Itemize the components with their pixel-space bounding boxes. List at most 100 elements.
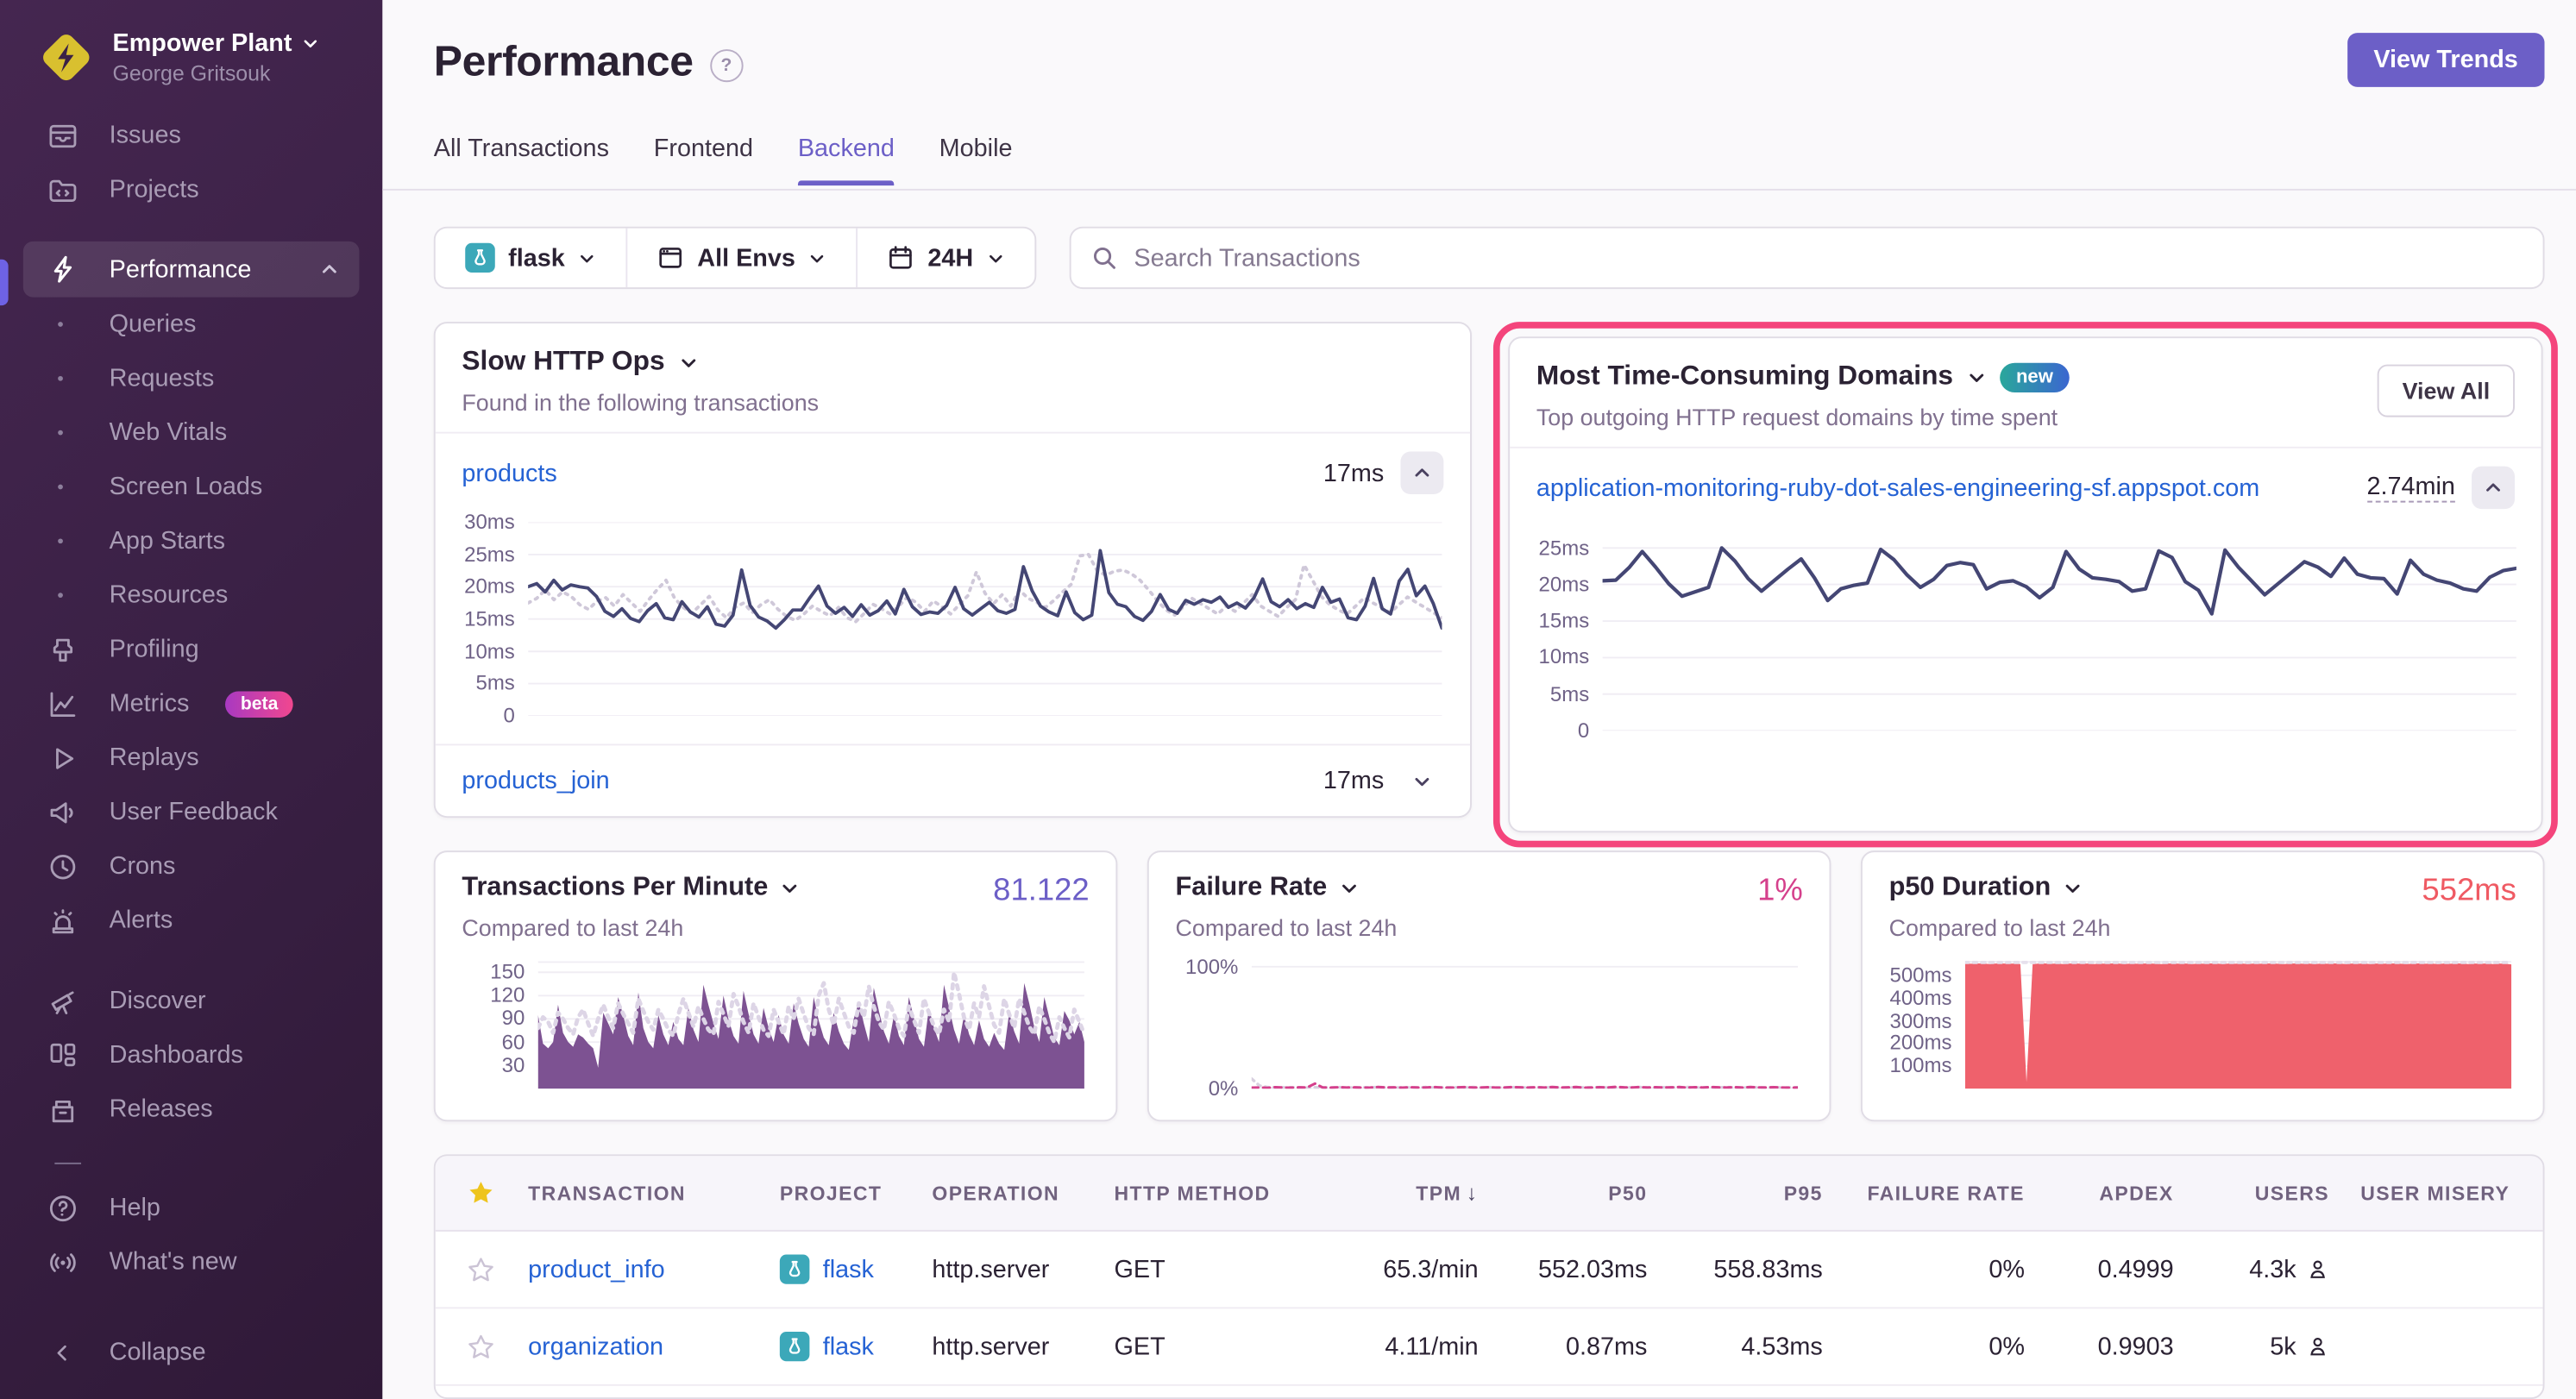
line-chart[interactable] (1603, 537, 2516, 731)
flask-project-icon (780, 1255, 810, 1284)
sidebar-item-profiling[interactable]: Profiling (0, 623, 382, 677)
sidebar-item-label: Help (110, 1194, 160, 1221)
date-range-select[interactable]: 24H (857, 229, 1034, 288)
domain-time-spent[interactable]: 2.74min (2366, 473, 2454, 502)
bullet-icon (58, 593, 63, 598)
view-all-button[interactable]: View All (2378, 365, 2515, 417)
sidebar-collapse-button[interactable]: Collapse (0, 1325, 382, 1379)
sort-desc-icon: ↓ (1467, 1181, 1479, 1206)
chevron-down-icon[interactable] (678, 352, 698, 372)
sidebar-item-whats-new[interactable]: What's new (0, 1235, 382, 1289)
star-outline-icon[interactable] (466, 1333, 494, 1360)
org-name: Empower Plant (112, 29, 292, 57)
chevron-left-icon (47, 1336, 79, 1369)
sidebar-item-user-feedback[interactable]: User Feedback (0, 785, 382, 839)
search-transactions-box (1070, 227, 2545, 289)
expand-row-button[interactable] (1400, 760, 1443, 802)
help-tooltip-icon[interactable]: ? (710, 48, 743, 81)
sidebar-item-app-starts[interactable]: App Starts (0, 514, 382, 568)
card-title[interactable]: Most Time-Consuming Domains (1536, 361, 1953, 392)
card-title[interactable]: Transactions Per Minute (462, 874, 768, 903)
card-title[interactable]: Slow HTTP Ops (462, 347, 664, 378)
sidebar-item-requests[interactable]: Requests (0, 351, 382, 405)
active-nav-indicator (0, 260, 9, 305)
slow-http-ops-chart: 30ms25ms20ms15ms10ms5ms0 (436, 512, 1470, 716)
sidebar-item-projects[interactable]: Projects (0, 162, 382, 216)
sidebar-item-help[interactable]: Help (0, 1181, 382, 1235)
y-axis-ticks: 30ms25ms20ms15ms10ms5ms0 (452, 522, 528, 716)
sidebar-nav: Issues Projects Performance Queries Requ… (0, 109, 382, 1289)
sidebar-item-discover[interactable]: Discover (0, 974, 382, 1028)
star-icon[interactable] (466, 1179, 494, 1207)
tab-mobile[interactable]: Mobile (939, 135, 1013, 185)
star-outline-icon[interactable] (466, 1255, 494, 1283)
table-row[interactable]: organization flask http.server GET 4.11/… (436, 1308, 2543, 1385)
transaction-link[interactable]: products (462, 459, 556, 486)
environment-select[interactable]: All Envs (626, 229, 857, 288)
sub-item-label: Screen Loads (110, 473, 263, 500)
line-chart[interactable] (1252, 961, 1798, 1088)
col-users[interactable]: USERS (2177, 1182, 2332, 1205)
card-title[interactable]: Failure Rate (1175, 874, 1327, 903)
col-p95[interactable]: P95 (1650, 1182, 1825, 1205)
sidebar-item-releases[interactable]: Releases (0, 1082, 382, 1137)
profiling-icon (47, 633, 79, 666)
play-icon (47, 742, 79, 775)
col-p50[interactable]: P50 (1482, 1182, 1651, 1205)
col-project[interactable]: PROJECT (776, 1182, 929, 1205)
p50-cell: 0.87ms (1482, 1333, 1651, 1360)
chevron-down-icon[interactable] (1966, 367, 1986, 386)
card-title[interactable]: p50 Duration (1889, 874, 2051, 903)
project-select[interactable]: flask (436, 229, 626, 288)
date-range-value: 24H (927, 244, 973, 272)
chevron-down-icon[interactable] (2063, 879, 2083, 899)
sidebar-item-label: Profiling (110, 636, 199, 663)
col-tpm[interactable]: TPM↓ (1306, 1181, 1481, 1206)
sidebar-item-crons[interactable]: Crons (0, 839, 382, 894)
project-link[interactable]: flask (823, 1255, 874, 1283)
tab-backend[interactable]: Backend (798, 135, 895, 185)
transaction-duration: 17ms (1323, 767, 1384, 794)
transaction-link[interactable]: products_join (462, 767, 609, 794)
line-chart[interactable] (528, 522, 1442, 716)
transaction-row-products-join: products_join 17ms (436, 743, 1470, 816)
org-switcher[interactable]: Empower Plant George Gritsouk (0, 0, 382, 85)
area-chart[interactable] (1965, 961, 2511, 1088)
tab-all-transactions[interactable]: All Transactions (434, 135, 609, 185)
search-transactions-input[interactable] (1131, 242, 2523, 273)
chevron-down-icon[interactable] (1339, 879, 1359, 899)
sidebar-item-screen-loads[interactable]: Screen Loads (0, 460, 382, 514)
sidebar-item-label: Replays (110, 743, 199, 771)
project-link[interactable]: flask (823, 1333, 874, 1360)
transaction-link[interactable]: organization (528, 1333, 663, 1360)
col-user-misery[interactable]: USER MISERY (2333, 1182, 2543, 1205)
page-filter-group: flask All Envs 24H (434, 227, 1036, 289)
sidebar-item-performance[interactable]: Performance (23, 242, 360, 298)
sidebar-item-alerts[interactable]: Alerts (0, 894, 382, 948)
area-chart[interactable] (538, 961, 1084, 1088)
collapse-row-button[interactable] (1400, 452, 1443, 494)
sidebar-item-dashboards[interactable]: Dashboards (0, 1028, 382, 1082)
col-transaction[interactable]: TRANSACTION (525, 1182, 776, 1205)
users-cell: 4.3k (2249, 1255, 2296, 1283)
col-failure-rate[interactable]: FAILURE RATE (1826, 1182, 2028, 1205)
col-apdex[interactable]: APDEX (2028, 1182, 2177, 1205)
sidebar-item-resources[interactable]: Resources (0, 568, 382, 623)
col-http-method[interactable]: HTTP METHOD (1111, 1182, 1306, 1205)
sidebar-item-web-vitals[interactable]: Web Vitals (0, 405, 382, 460)
collapse-row-button[interactable] (2472, 467, 2515, 509)
table-row[interactable]: product_info flask http.server GET 65.3/… (436, 1232, 2543, 1308)
sidebar-item-issues[interactable]: Issues (0, 109, 382, 163)
tab-frontend[interactable]: Frontend (654, 135, 753, 185)
chevron-down-icon[interactable] (780, 879, 800, 899)
sidebar-item-metrics[interactable]: Metrics beta (0, 676, 382, 731)
sidebar-item-queries[interactable]: Queries (0, 298, 382, 352)
domain-link[interactable]: application-monitoring-ruby-dot-sales-en… (1536, 474, 2259, 501)
col-operation[interactable]: OPERATION (929, 1182, 1111, 1205)
sidebar-item-replays[interactable]: Replays (0, 731, 382, 785)
y-axis-ticks: 100%0% (1175, 961, 1251, 1088)
view-trends-button[interactable]: View Trends (2347, 33, 2545, 87)
environment-select-value: All Envs (697, 244, 795, 272)
transaction-link[interactable]: product_info (528, 1255, 664, 1283)
tabs-divider (382, 189, 2576, 191)
